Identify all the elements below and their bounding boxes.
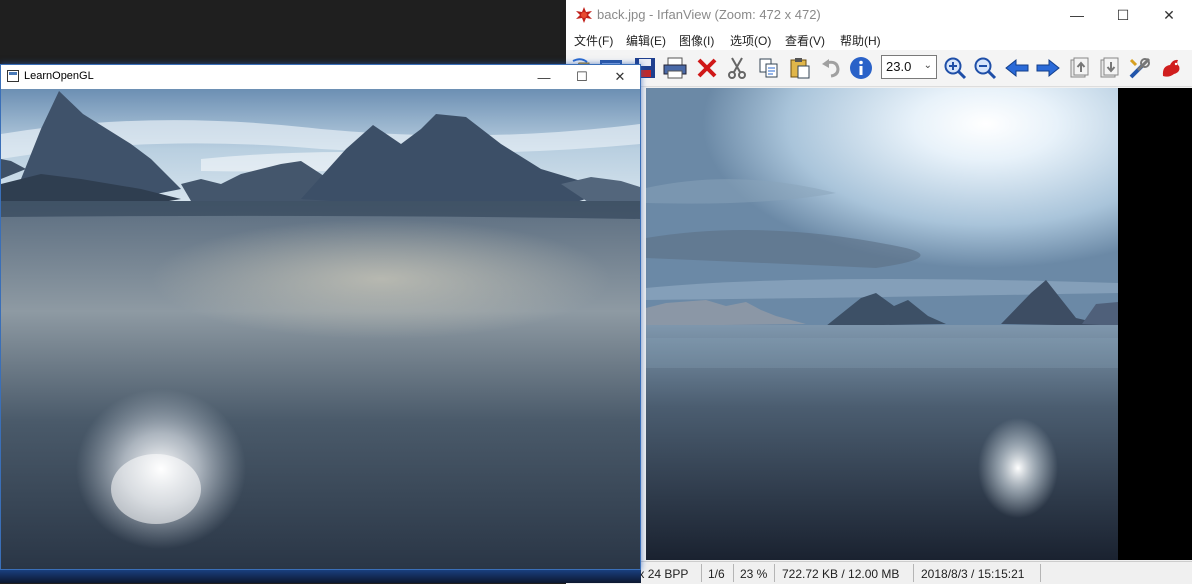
next-icon [1036, 58, 1060, 78]
first-page-icon [1070, 57, 1089, 78]
close-button[interactable]: ✕ [602, 65, 638, 89]
irfanview-titlebar[interactable]: back.jpg - IrfanView (Zoom: 472 x 472) —… [566, 0, 1192, 30]
previous-icon [1005, 58, 1029, 78]
close-icon: ✕ [614, 69, 626, 84]
irfanview-window-title: back.jpg - IrfanView (Zoom: 472 x 472) [597, 7, 821, 22]
status-index: 1/6 [708, 567, 725, 581]
next-button[interactable] [1035, 55, 1061, 81]
menu-file[interactable]: 文件(F) [574, 32, 613, 49]
displayed-image [646, 88, 1118, 560]
learnopengl-window: LearnOpenGL — ☐ ✕ [0, 64, 641, 570]
close-icon: ✕ [1163, 6, 1175, 23]
paste-button[interactable] [787, 55, 813, 81]
zoom-in-button[interactable] [942, 55, 968, 81]
maximize-button[interactable]: ☐ [564, 65, 600, 89]
info-icon [850, 57, 872, 79]
maximize-button[interactable]: ☐ [1100, 0, 1146, 30]
status-bar: 2048 x 2048 x 24 BPP 1/6 23 % 722.72 KB … [566, 561, 1192, 584]
menu-edit[interactable]: 编辑(E) [626, 32, 666, 49]
menu-view[interactable]: 查看(V) [785, 32, 825, 49]
cut-button[interactable] [724, 55, 750, 81]
delete-icon [697, 58, 717, 78]
chevron-down-icon: ⌄ [923, 60, 932, 71]
delete-button[interactable] [694, 55, 720, 81]
first-page-button[interactable] [1066, 55, 1092, 81]
print-icon [663, 57, 687, 79]
toolbar: 23.0 ⌄ [566, 50, 1192, 87]
irfanview-window: back.jpg - IrfanView (Zoom: 472 x 472) —… [566, 0, 1192, 584]
skybox-scene-render [1, 89, 640, 569]
settings-button[interactable] [1127, 55, 1153, 81]
menu-options[interactable]: 选项(O) [730, 32, 771, 49]
menu-image[interactable]: 图像(I) [679, 32, 714, 49]
cut-icon [728, 57, 746, 79]
last-page-icon [1100, 57, 1119, 78]
print-button[interactable] [662, 55, 688, 81]
status-divider [733, 564, 734, 582]
zoom-select[interactable]: 23.0 ⌄ [881, 55, 937, 79]
status-divider [774, 564, 775, 582]
previous-button[interactable] [1004, 55, 1030, 81]
zoom-out-icon [974, 57, 997, 80]
minimize-icon: — [1070, 7, 1084, 23]
status-divider [701, 564, 702, 582]
irfanview-app-icon [576, 7, 592, 23]
minimize-button[interactable]: — [526, 65, 562, 89]
undo-button[interactable] [818, 55, 844, 81]
copy-button[interactable] [756, 55, 782, 81]
status-datetime: 2018/8/3 / 15:15:21 [921, 567, 1025, 581]
status-divider [1040, 564, 1041, 582]
minimize-icon: — [537, 69, 551, 85]
learnopengl-titlebar[interactable]: LearnOpenGL — ☐ ✕ [1, 65, 640, 89]
window-shadow [0, 570, 641, 583]
zoom-value: 23.0 [886, 59, 912, 74]
settings-icon [1129, 57, 1151, 79]
status-zoom: 23 % [740, 567, 768, 581]
info-button[interactable] [848, 55, 874, 81]
learnopengl-app-icon [7, 70, 19, 82]
paste-icon [790, 58, 810, 79]
menu-bar: 文件(F) 编辑(E) 图像(I) 选项(O) 查看(V) 帮助(H) [566, 30, 1192, 50]
copy-icon [759, 58, 778, 78]
learnopengl-window-title: LearnOpenGL [24, 70, 94, 82]
status-size: 722.72 KB / 12.00 MB [782, 567, 900, 581]
opengl-render-canvas[interactable] [1, 89, 640, 569]
zoom-out-button[interactable] [972, 55, 998, 81]
menu-help[interactable]: 帮助(H) [840, 32, 881, 49]
irfanview-logo-button[interactable] [1158, 55, 1184, 81]
image-viewport[interactable] [646, 88, 1192, 560]
last-page-button[interactable] [1096, 55, 1122, 81]
undo-icon [822, 59, 840, 78]
maximize-icon: ☐ [576, 69, 588, 84]
close-button[interactable]: ✕ [1146, 0, 1192, 30]
zoom-in-icon [944, 57, 967, 80]
status-divider [913, 564, 914, 582]
irfanview-logo-icon [1162, 59, 1180, 77]
skybox-back-image [646, 88, 1118, 560]
maximize-icon: ☐ [1116, 6, 1130, 23]
minimize-button[interactable]: — [1054, 0, 1100, 30]
